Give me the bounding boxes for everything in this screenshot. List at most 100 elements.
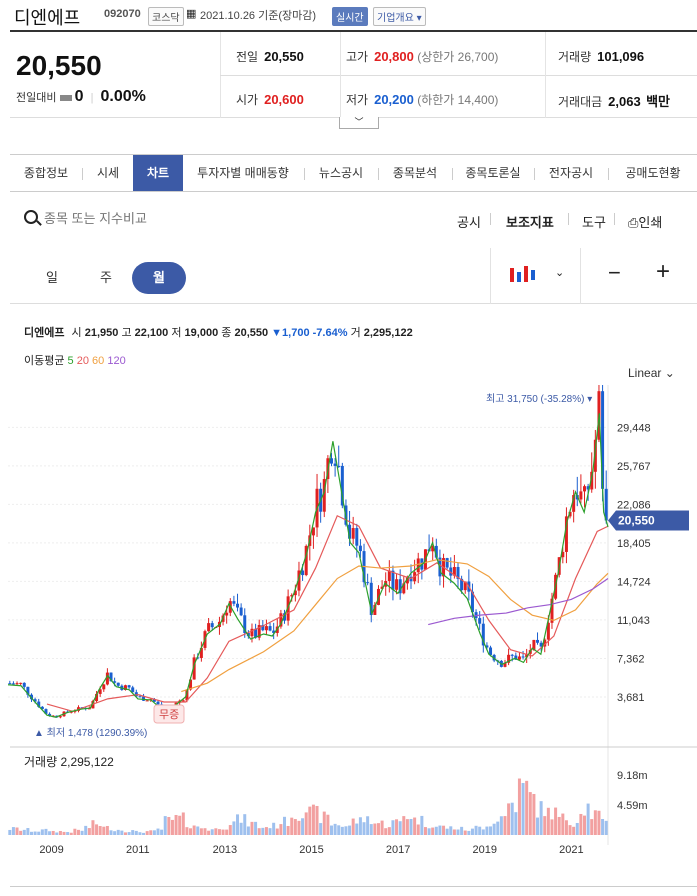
volume-bar (333, 823, 337, 835)
volume-bar (91, 820, 95, 835)
compare-search-input[interactable] (44, 208, 244, 228)
tab-disclosure[interactable]: 전자공시 (535, 155, 607, 191)
volume-bar (203, 828, 207, 835)
zoom-out-button[interactable]: − (608, 260, 621, 286)
volume-bar (95, 824, 99, 835)
candle-body (333, 463, 337, 466)
volume-bar (102, 826, 106, 835)
volume-bar (170, 819, 174, 835)
volume-bar (163, 816, 167, 835)
stock-code: 092070 (104, 8, 141, 20)
volume-bar (254, 821, 258, 835)
candle-type-icon[interactable] (508, 264, 535, 288)
volume-bar (398, 821, 402, 835)
period-bar: 일 주 월 ⌄ − + (10, 248, 697, 304)
candle-body (536, 639, 540, 643)
zoom-in-button[interactable]: + (656, 258, 670, 286)
volume-bar (142, 832, 146, 835)
period-month[interactable]: 월 (132, 262, 186, 294)
tab-price[interactable]: 시세 (83, 155, 133, 191)
volume-bar (489, 826, 493, 835)
volume-bar (113, 831, 117, 835)
volume-bar (351, 818, 355, 835)
tab-news[interactable]: 뉴스공시 (305, 155, 377, 191)
candle-body (138, 696, 142, 698)
candle-body (225, 612, 229, 616)
realtime-badge[interactable]: 실시간 (332, 7, 368, 26)
price-chart[interactable]: 3,681 7,362 11,043 14,724 18,405 22,086 25,767… (0, 385, 697, 855)
volume-bar (257, 828, 261, 835)
tab-investor[interactable]: 투자자별 매매동향 (183, 155, 303, 191)
candle-body (102, 684, 106, 690)
volume-bar (264, 827, 268, 835)
period-day[interactable]: 일 (32, 262, 72, 294)
tools-button[interactable]: 도구 (582, 212, 606, 231)
volume-bar (413, 817, 417, 835)
volume-bar (37, 831, 41, 835)
volume-bar (167, 816, 171, 835)
volume-bar (156, 828, 160, 835)
volume-bar (387, 827, 391, 835)
volume-bar (590, 819, 594, 835)
volume-bar (438, 825, 442, 835)
volume-bar (217, 829, 221, 835)
ohlc-legend: 디엔에프 시 21,950 고 22,100 저 19,000 종 20,550… (24, 327, 413, 339)
volume-bar (405, 819, 409, 835)
volume-bar (239, 822, 243, 835)
candle-body (210, 623, 214, 628)
tab-chart[interactable]: 차트 (133, 155, 183, 191)
candle-body (232, 601, 236, 604)
volume-bar (369, 824, 373, 835)
scale-mode-dropdown[interactable]: Linear ⌄ (628, 366, 675, 380)
volume-bar (225, 829, 229, 835)
tab-forum[interactable]: 종목토론실 (453, 155, 533, 191)
y-tick-label: 14,724 (617, 576, 651, 588)
indicators-button[interactable]: 보조지표 (506, 212, 554, 231)
volume-bar (15, 827, 19, 835)
chevron-down-icon[interactable]: ⌄ (555, 266, 564, 279)
x-tick-label: 2009 (39, 844, 63, 855)
volume-bar (517, 778, 521, 835)
tab-analysis[interactable]: 종목분석 (379, 155, 451, 191)
candle-body (127, 685, 131, 688)
x-tick-label: 2019 (473, 844, 497, 855)
volume-bar (373, 823, 377, 835)
candle-body (387, 570, 391, 581)
volume-bar (250, 821, 254, 835)
disclosure-toggle[interactable]: 공시 (457, 212, 481, 231)
expand-toggle[interactable]: ﹀ (339, 117, 379, 129)
candle-body (116, 682, 120, 686)
volume-bar (308, 806, 312, 835)
volume-bar (11, 827, 15, 835)
tab-short-selling[interactable]: 공매도현황 (609, 155, 697, 191)
volume-bar (496, 821, 500, 835)
volume-bar (470, 828, 474, 835)
trade-amount: 거래대금 2,063 백만 (558, 94, 670, 109)
print-button[interactable]: ⎙인쇄 (628, 212, 662, 231)
volume-bar (463, 830, 467, 835)
date-basis: 2021.10.26 기준(장마감) (200, 10, 317, 22)
volume-bar (492, 823, 496, 835)
volume-bar (127, 832, 131, 835)
volume-bar (138, 832, 142, 835)
volume-bar (134, 830, 138, 835)
candle-body (8, 683, 12, 685)
volume-bar (51, 830, 55, 835)
candle-body (489, 647, 493, 655)
volume-bar (525, 780, 529, 835)
volume-bar (322, 811, 326, 835)
volume-bar (539, 801, 543, 835)
candle-body (351, 528, 355, 539)
candle-body (15, 683, 19, 685)
volume-bar (55, 832, 59, 835)
volume-bar (557, 816, 561, 835)
period-week[interactable]: 주 (86, 262, 126, 294)
candle-body (366, 582, 370, 584)
volume-bar (481, 829, 485, 835)
volume-bar (214, 828, 218, 835)
volume-bar (315, 805, 319, 835)
tab-overview[interactable]: 종합정보 (10, 155, 82, 191)
company-info-button[interactable]: 기업개요 ▾ (373, 7, 426, 26)
volume-bar (297, 820, 301, 835)
volume-bar (456, 829, 460, 835)
